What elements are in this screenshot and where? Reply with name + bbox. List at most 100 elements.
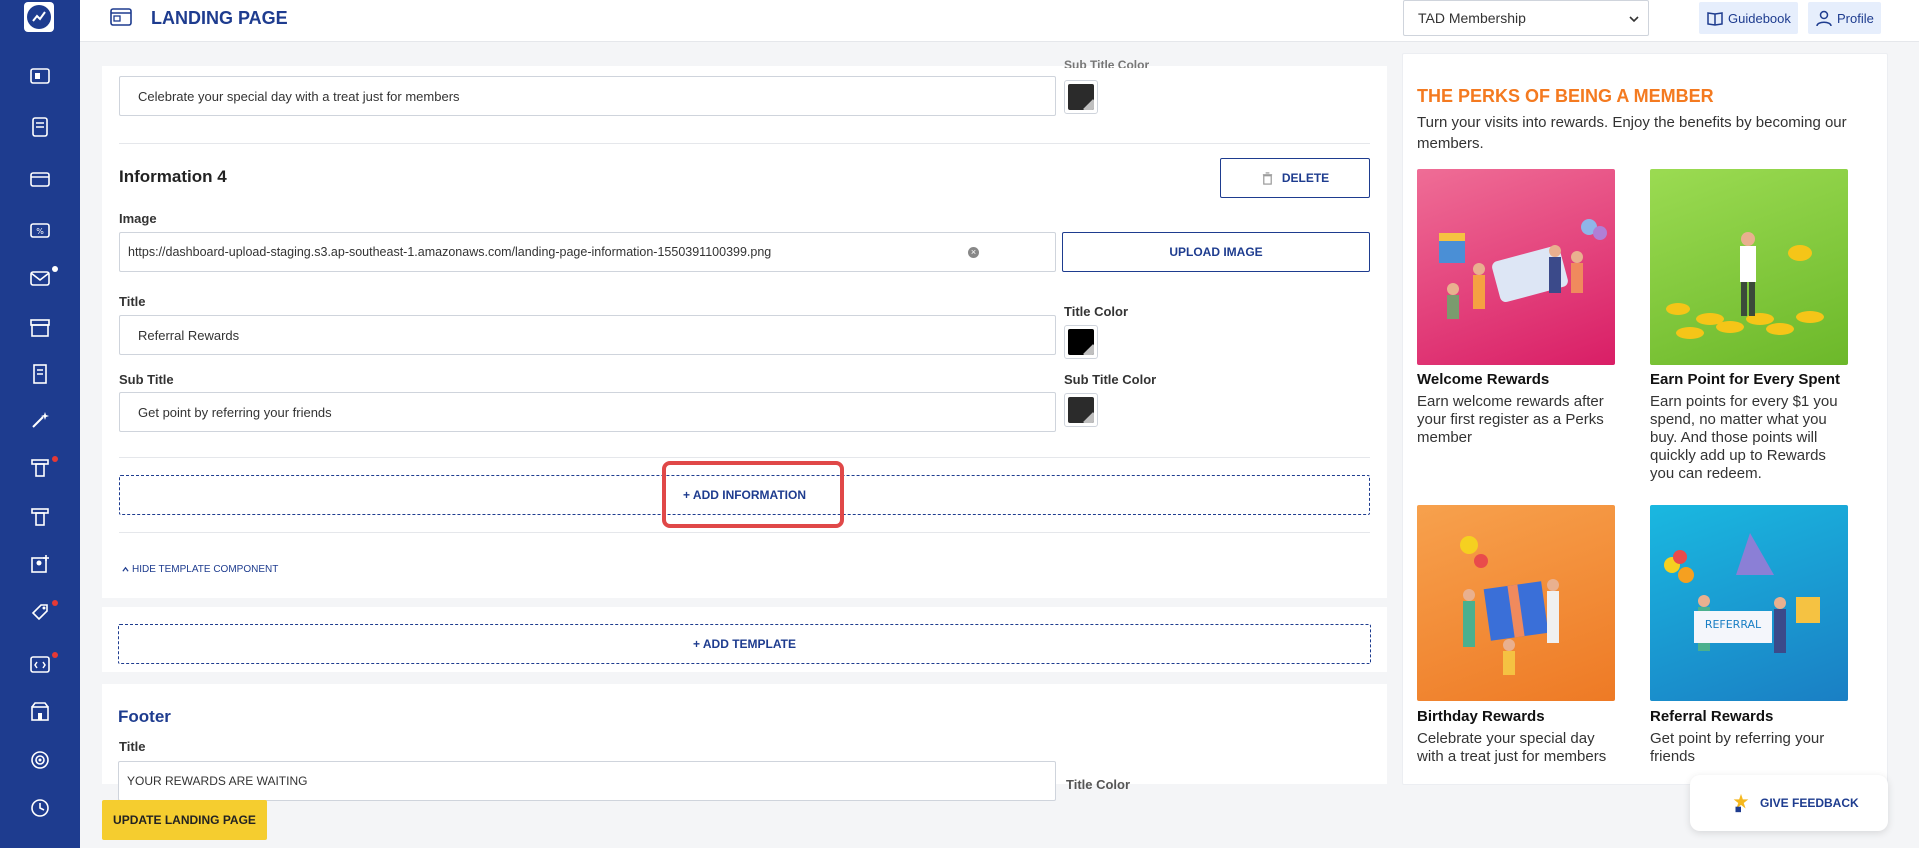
- target-icon: [31, 751, 49, 769]
- template-icon: [31, 459, 49, 477]
- guidebook-label: Guidebook: [1728, 10, 1791, 26]
- page-title: LANDING PAGE: [151, 8, 288, 28]
- sidebar-item-templates[interactable]: [26, 454, 58, 482]
- add-template-card: + ADD TEMPLATE: [102, 607, 1387, 672]
- code-icon: [30, 656, 50, 673]
- notification-dot: [52, 456, 58, 462]
- subtitle-color-label: Sub Title Color: [1064, 372, 1157, 387]
- preview-subtitle: Turn your visits into rewards. Enjoy the…: [1417, 114, 1847, 152]
- sidebar-item-magic[interactable]: [26, 406, 54, 434]
- chevron-up-icon: [122, 566, 129, 572]
- clear-icon[interactable]: ×: [968, 247, 979, 258]
- sidebar-item-targets[interactable]: [26, 746, 54, 774]
- magic-wand-icon: [32, 412, 49, 428]
- browser-window-icon: [110, 8, 132, 26]
- trash-icon: [1262, 171, 1272, 185]
- upload-image-label: UPLOAD IMAGE: [1169, 245, 1263, 259]
- perk-title-referral: Referral Rewards: [1650, 708, 1774, 725]
- subtitle-input[interactable]: Get point by referring your friends: [119, 392, 1056, 432]
- membership-select[interactable]: TAD Membership: [1403, 0, 1649, 36]
- upload-image-button[interactable]: UPLOAD IMAGE: [1062, 232, 1370, 272]
- document-icon: [32, 117, 48, 137]
- sidebar-item-documents[interactable]: [26, 113, 54, 141]
- add-template-button[interactable]: + ADD TEMPLATE: [118, 624, 1371, 664]
- history-icon: [31, 799, 49, 817]
- discount-icon: %: [30, 223, 50, 238]
- sidebar-item-discounts[interactable]: %: [26, 216, 54, 244]
- dashboard-icon: [30, 68, 50, 84]
- sidebar-item-code[interactable]: [26, 650, 58, 678]
- delete-button[interactable]: DELETE: [1220, 158, 1370, 198]
- image-url-value: https://dashboard-upload-staging.s3.ap-s…: [128, 245, 772, 259]
- subtitle-color-swatch[interactable]: [1064, 393, 1098, 427]
- hide-template-link[interactable]: HIDE TEMPLATE COMPONENT: [122, 564, 278, 575]
- landing-page-preview: THE PERKS OF BEING A MEMBER Turn your vi…: [1402, 53, 1888, 785]
- perk-title-welcome: Welcome Rewards: [1417, 371, 1550, 388]
- prev-subtitle-color-swatch[interactable]: [1064, 80, 1098, 114]
- user-add-icon: [31, 555, 49, 573]
- birthday-gift-illustration: [1460, 536, 1559, 675]
- title-input[interactable]: Referral Rewards: [119, 315, 1056, 355]
- footer-title-label: Title: [119, 739, 146, 754]
- perk-image-birthday: [1417, 505, 1615, 701]
- perk-description-welcome: Earn welcome rewards after your first re…: [1417, 393, 1604, 446]
- title-color-label: Title Color: [1064, 304, 1129, 319]
- user-icon: [1816, 10, 1832, 27]
- footer-form-card: Footer Title YOUR REWARDS ARE WAITING Ti…: [102, 684, 1387, 801]
- app-logo[interactable]: [24, 2, 54, 32]
- sidebar: %: [0, 0, 80, 848]
- perk-title-birthday: Birthday Rewards: [1417, 708, 1545, 725]
- sidebar-item-templates-alt[interactable]: [26, 503, 54, 531]
- notification-dot: [52, 652, 58, 658]
- notification-dot: [52, 266, 58, 272]
- referral-banner-text: REFERRAL: [1704, 618, 1762, 631]
- perk-image-earn-point: [1650, 169, 1848, 365]
- prev-subtitle-input[interactable]: Celebrate your special day with a treat …: [119, 76, 1056, 116]
- top-header: LANDING PAGE TAD Membership Guidebook Pr…: [80, 0, 1919, 42]
- title-color-swatch[interactable]: [1064, 325, 1098, 359]
- profile-label: Profile: [1837, 10, 1874, 26]
- sidebar-item-cards[interactable]: [26, 165, 54, 193]
- sidebar-item-mail[interactable]: [26, 264, 58, 292]
- chart-line-icon: [32, 11, 46, 22]
- perk-description-earn-point: Earn points for every $1 you spend, no m…: [1650, 393, 1838, 482]
- tag-icon: [31, 604, 48, 621]
- footer-title-input[interactable]: YOUR REWARDS ARE WAITING: [118, 761, 1056, 801]
- perk-image-referral: REFERRAL: [1650, 505, 1848, 701]
- notification-dot: [52, 600, 58, 606]
- perk-description-birthday: Celebrate your special day with a treat …: [1417, 730, 1607, 765]
- give-feedback-button[interactable]: GIVE FEEDBACK: [1690, 775, 1888, 831]
- give-feedback-label: GIVE FEEDBACK: [1760, 796, 1859, 810]
- update-landing-page-button[interactable]: UPDATE LANDING PAGE: [102, 800, 267, 840]
- image-url-input[interactable]: https://dashboard-upload-staging.s3.ap-s…: [119, 232, 1056, 272]
- highlight-annotation: [662, 461, 844, 528]
- delete-label: DELETE: [1281, 171, 1330, 185]
- profile-button[interactable]: Profile: [1808, 2, 1881, 34]
- title-label: Title: [119, 294, 146, 309]
- sidebar-item-shop[interactable]: [26, 698, 54, 726]
- chevron-down-icon: [1629, 16, 1639, 23]
- divider: [119, 457, 1370, 458]
- perk-description-referral: Get point by referring your friends: [1650, 730, 1825, 765]
- sidebar-item-dashboard[interactable]: [26, 62, 54, 90]
- image-label: Image: [119, 211, 157, 226]
- feedback-stars-icon: [1733, 793, 1749, 813]
- sidebar-item-store[interactable]: [26, 314, 54, 342]
- gift-card-people-illustration: [1439, 219, 1607, 319]
- subtitle-label: Sub Title: [119, 372, 174, 387]
- template-alt-icon: [31, 508, 49, 526]
- divider: [119, 532, 1370, 533]
- receipt-icon: [33, 364, 47, 384]
- sidebar-item-users[interactable]: [26, 550, 54, 578]
- sidebar-item-tags[interactable]: [26, 598, 58, 626]
- guidebook-button[interactable]: Guidebook: [1699, 2, 1798, 34]
- store-icon: [30, 319, 50, 337]
- mail-icon: [30, 271, 50, 286]
- sidebar-item-history[interactable]: [26, 794, 54, 822]
- perk-title-earn-point: Earn Point for Every Spent: [1650, 371, 1841, 388]
- sidebar-item-receipts[interactable]: [26, 360, 54, 388]
- shop-icon: [31, 702, 49, 721]
- preview-title: THE PERKS OF BEING A MEMBER: [1417, 86, 1714, 106]
- coins-person-illustration: [1666, 232, 1824, 339]
- prev-subtitle-color-label: Sub Title Color: [1064, 58, 1150, 68]
